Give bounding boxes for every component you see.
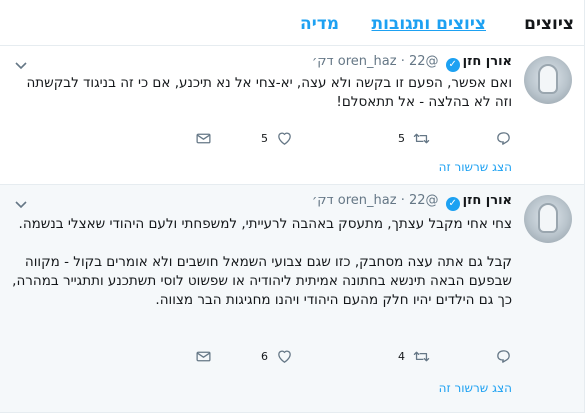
envelope-icon (196, 351, 211, 362)
tweet-actions: 5 5 (12, 130, 512, 148)
chevron-down-icon[interactable] (15, 62, 27, 73)
tab-tweets-and-replies[interactable]: ציוצים ותגובות (372, 14, 487, 34)
avatar[interactable] (524, 56, 572, 104)
retweet-button[interactable]: 4 (398, 348, 430, 365)
reply-button[interactable] (487, 130, 512, 147)
author-name[interactable]: אורן חזן (463, 193, 512, 208)
reply-icon (497, 132, 510, 145)
show-thread-link[interactable]: הצג שרשור זה (439, 160, 512, 174)
tweet[interactable]: אורן חזן✓ @oren_haz · 22 דק׳ ואם אפשר, ה… (0, 46, 584, 185)
retweet-button[interactable]: 5 (398, 130, 430, 147)
verified-badge-icon: ✓ (445, 197, 460, 211)
show-thread-link[interactable]: הצג שרשור זה (439, 381, 512, 395)
tweet[interactable]: אורן חזן✓ @oren_haz · 22 דק׳ צחי אחי מקב… (0, 185, 584, 413)
verified-badge-icon: ✓ (445, 58, 460, 72)
envelope-icon (196, 133, 211, 144)
tweet-header: אורן חזן✓ @oren_haz · 22 דק׳ (312, 54, 512, 72)
direct-message-button[interactable] (195, 348, 212, 365)
tweet-actions: 4 6 (12, 348, 512, 366)
retweet-count: 5 (398, 132, 405, 145)
direct-message-button[interactable] (195, 130, 212, 147)
tweet-text: ואם אפשר, הפעם זו בקשה ולא עצה, יא-צחי א… (12, 74, 512, 112)
tweet-paragraph: קבל גם אתה עצה מסחבק, כזו שגם צבועי השמא… (12, 254, 512, 308)
retweet-icon (413, 351, 430, 362)
heart-icon (278, 350, 291, 363)
retweet-count: 4 (398, 350, 405, 363)
tweet-header: אורן חזן✓ @oren_haz · 22 דק׳ (312, 193, 512, 211)
tab-tweets[interactable]: ציוצים (524, 14, 574, 34)
like-button[interactable]: 5 (261, 130, 293, 147)
retweet-icon (413, 133, 430, 144)
separator-dot: · (400, 193, 405, 208)
like-count: 5 (261, 132, 268, 145)
like-count: 6 (261, 350, 268, 363)
chevron-down-icon[interactable] (15, 201, 27, 212)
reply-button[interactable] (487, 348, 512, 365)
author-name[interactable]: אורן חזן (463, 54, 512, 69)
like-button[interactable]: 6 (261, 348, 293, 365)
tweet-text: צחי אחי מקבל עצתך, מתעסק באהבה לרעייתי, … (12, 215, 512, 310)
separator-dot: · (400, 54, 405, 69)
profile-timeline: ציוצים ציוצים ותגובות מדיה אורן חזן✓ @or… (0, 0, 585, 413)
tweet-paragraph: ואם אפשר, הפעם זו בקשה ולא עצה, יא-צחי א… (26, 75, 512, 110)
reply-icon (497, 350, 510, 363)
profile-tabs: ציוצים ציוצים ותגובות מדיה (0, 0, 584, 46)
tweet-paragraph: צחי אחי מקבל עצתך, מתעסק באהבה לרעייתי, … (18, 216, 512, 232)
avatar[interactable] (524, 195, 572, 243)
tab-media[interactable]: מדיה (300, 14, 339, 34)
heart-icon (278, 132, 291, 145)
